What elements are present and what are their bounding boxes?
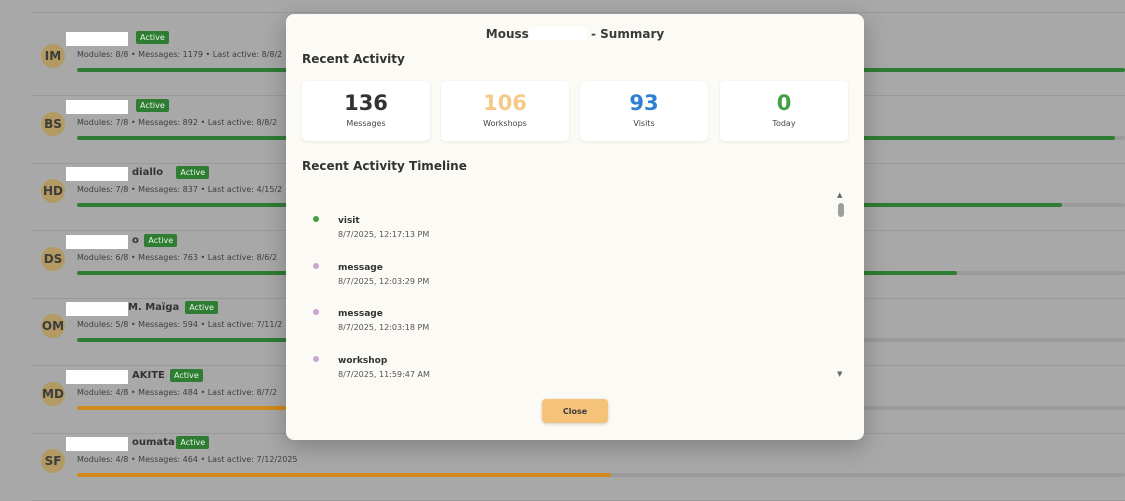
stat-value: 93 xyxy=(629,91,659,115)
timeline-timestamp: 8/7/2025, 11:59:47 AM xyxy=(338,369,430,379)
timeline-timestamp: 8/7/2025, 12:03:29 PM xyxy=(338,276,430,286)
timeline-dot-icon xyxy=(313,355,319,362)
close-button[interactable]: Close xyxy=(542,399,608,423)
status-badge: Active xyxy=(136,98,169,112)
redaction-box xyxy=(66,99,128,114)
stat-label: Visits xyxy=(633,119,655,128)
stat-card-today: 0 Today xyxy=(720,81,848,141)
title-suffix: - Summary xyxy=(591,27,665,41)
status-badge: Active xyxy=(136,31,169,44)
timeline-dot-icon xyxy=(313,262,319,269)
timeline-item: message 8/7/2025, 12:03:18 PM xyxy=(302,294,830,340)
timeline-dot-icon xyxy=(313,309,319,315)
stat-label: Messages xyxy=(346,119,386,128)
avatar: SF xyxy=(41,449,65,473)
stat-value: 106 xyxy=(483,91,527,115)
title-name-part: Mouss xyxy=(485,27,529,41)
user-meta: Modules: 4/8 • Messages: 464 • Last acti… xyxy=(77,455,298,464)
recent-activity-heading: Recent Activity xyxy=(302,52,405,66)
list-item[interactable]: SF oumata Active Modules: 4/8 • Messages: 4… xyxy=(32,433,1125,501)
avatar: MD xyxy=(41,381,65,406)
avatar: IM xyxy=(41,44,65,68)
timeline-item: message 8/7/2025, 12:03:29 PM xyxy=(302,248,830,294)
timeline-timestamp: 8/7/2025, 12:03:18 PM xyxy=(338,323,430,332)
timeline-type: message xyxy=(338,262,383,273)
stat-label: Today xyxy=(772,119,796,128)
scroll-down-arrow-icon[interactable]: ▼ xyxy=(837,371,842,378)
user-meta: Modules: 4/8 • Messages: 484 • Last acti… xyxy=(77,387,278,397)
user-meta: Modules: 7/8 • Messages: 892 • Last acti… xyxy=(77,117,278,127)
redaction-box xyxy=(66,167,128,181)
summary-modal: Mouss - Summary Recent Activity Recent A… xyxy=(286,14,864,440)
stat-value: 136 xyxy=(344,91,388,115)
redaction-box xyxy=(66,437,128,451)
status-badge: Active xyxy=(170,368,203,382)
status-badge: Active xyxy=(185,301,218,314)
stat-label: Workshops xyxy=(483,119,527,128)
timeline-heading: Recent Activity Timeline xyxy=(302,159,467,173)
user-name: o xyxy=(132,234,139,246)
modal-title: Mouss - Summary xyxy=(286,27,864,41)
redaction-box xyxy=(66,302,128,316)
user-meta: Modules: 6/8 • Messages: 763 • Last acti… xyxy=(77,252,278,262)
timeline-type: visit xyxy=(338,216,360,226)
user-meta: Modules: 7/8 • Messages: 837 • Last acti… xyxy=(77,185,283,194)
user-name: diallo xyxy=(132,167,164,178)
timeline-scrollbar[interactable]: ▲ ▼ xyxy=(835,192,847,378)
user-meta: Modules: 8/8 • Messages: 1179 • Last act… xyxy=(77,50,283,59)
status-badge: Active xyxy=(176,436,210,449)
avatar: DS xyxy=(41,246,65,271)
timeline-type: workshop xyxy=(338,355,388,366)
timeline-dot-icon xyxy=(313,216,319,222)
stat-value: 0 xyxy=(776,91,792,115)
redaction-box xyxy=(528,27,587,40)
user-meta: Modules: 5/8 • Messages: 594 • Last acti… xyxy=(77,320,283,329)
list-item-partial xyxy=(32,0,1125,13)
timeline-item: visit 8/7/2025, 12:17:13 PM xyxy=(302,201,830,247)
redaction-box xyxy=(66,369,128,384)
stat-card-workshops: 106 Workshops xyxy=(441,81,569,141)
user-name: oumata xyxy=(132,437,175,448)
avatar: OM xyxy=(41,314,65,338)
stat-card-visits: 93 Visits xyxy=(580,81,708,141)
stat-card-messages: 136 Messages xyxy=(302,81,430,141)
timeline-item: workshop 8/7/2025, 11:59:47 AM xyxy=(302,341,830,380)
progress-track xyxy=(77,473,1125,477)
scroll-up-arrow-icon[interactable]: ▲ xyxy=(837,192,842,199)
status-badge: Active xyxy=(144,233,178,247)
activity-timeline[interactable]: visit 8/7/2025, 12:17:13 PM message 8/7/202… xyxy=(302,189,850,379)
scrollbar-thumb[interactable] xyxy=(838,203,844,217)
redaction-box xyxy=(66,32,128,46)
user-name: AKITE xyxy=(132,369,165,381)
redaction-box xyxy=(66,234,128,249)
avatar: BS xyxy=(41,111,65,136)
status-badge: Active xyxy=(176,166,210,179)
user-name: M. Maïga xyxy=(128,302,180,313)
timeline-timestamp: 8/7/2025, 12:17:13 PM xyxy=(338,230,430,239)
avatar: HD xyxy=(41,179,65,203)
timeline-type: message xyxy=(338,309,383,319)
progress-fill xyxy=(77,473,612,477)
